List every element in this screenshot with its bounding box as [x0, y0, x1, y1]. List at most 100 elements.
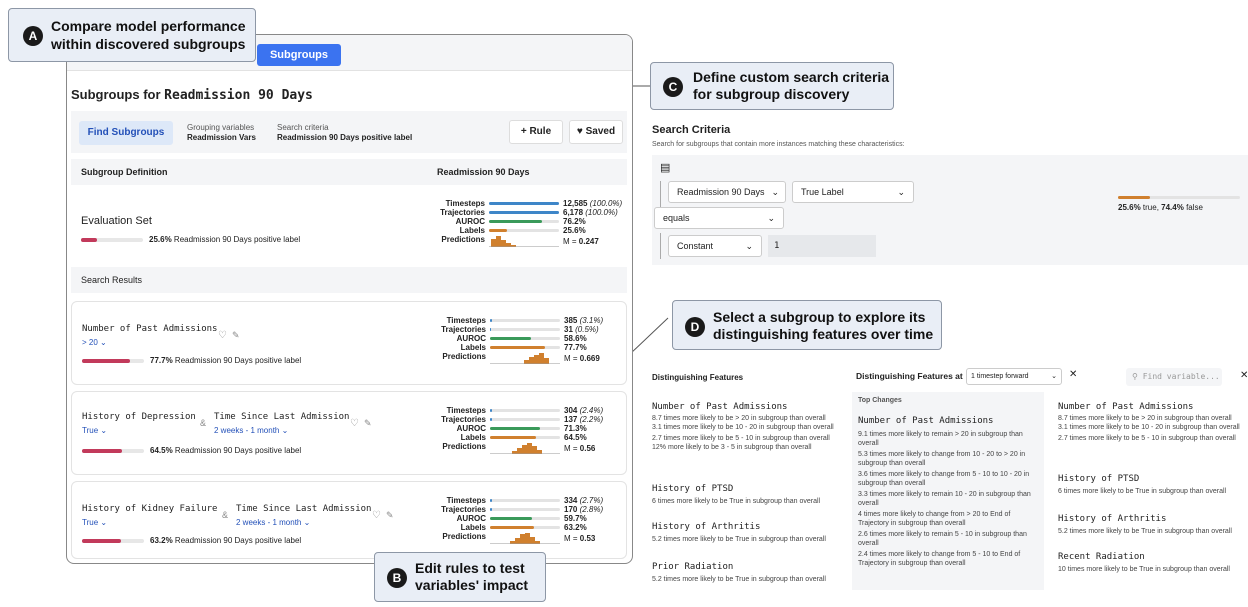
close-icon[interactable]: ✕ — [1240, 370, 1248, 381]
positive-bar — [82, 359, 144, 363]
rule-variable-1[interactable]: History of Kidney Failure — [82, 504, 217, 514]
feature-item[interactable]: Prior Radiation 5.2 times more likely to … — [652, 562, 826, 584]
add-rule-button[interactable]: + Rule — [509, 120, 563, 144]
page-title-target: Readmission 90 Days — [164, 88, 313, 103]
labels-bar — [490, 436, 560, 439]
auroc-bar — [490, 337, 560, 340]
grouping-variables-value[interactable]: Readmission Vars — [187, 133, 256, 142]
feature-name: Recent Radiation — [1058, 552, 1145, 562]
search-toolbar: Find Subgroups Grouping variables Readmi… — [71, 111, 627, 153]
feature-item[interactable]: History of PTSD 6 times more likely to be… — [1058, 474, 1226, 496]
pred-value: 0.669 — [579, 354, 600, 363]
subgroup-card-3[interactable]: History of Kidney Failure True ⌄ & Time … — [71, 481, 627, 559]
pred-prefix: M = — [564, 534, 580, 543]
eval-timesteps-pct: (100.0%) — [589, 199, 623, 208]
saved-button[interactable]: ♥ Saved — [569, 120, 623, 144]
attribute-select[interactable]: True Label ⌄ — [792, 181, 914, 203]
page-title: Subgroups for Readmission 90 Days — [71, 87, 313, 103]
feature-item[interactable]: Recent Radiation 10 times more likely to … — [1058, 552, 1230, 574]
heart-icon[interactable]: ♡ — [350, 418, 359, 429]
positive-pct: 77.7% — [150, 356, 173, 365]
rule-value-text: 2 weeks - 1 month — [214, 426, 280, 435]
and-symbol: & — [200, 418, 207, 428]
feature-item[interactable]: History of Arthritis 5.2 times more likel… — [652, 522, 826, 544]
rule-value-1[interactable]: True ⌄ — [82, 426, 107, 435]
label-trajectories: Trajectories — [441, 505, 486, 514]
predictions-histogram — [490, 443, 560, 454]
top-changes-label: Top Changes — [858, 397, 902, 404]
rule-variable-2[interactable]: Time Since Last Admission — [236, 504, 371, 514]
eval-positive-bar — [81, 238, 143, 242]
positive-pct: 63.2% — [150, 536, 173, 545]
true-false-bar — [1118, 196, 1240, 199]
find-variable-input[interactable]: ⚲ Find variable... — [1126, 368, 1222, 386]
positive-bar — [82, 539, 144, 543]
auroc-bar — [490, 427, 560, 430]
callout-a: A Compare model performance within disco… — [8, 8, 256, 62]
evaluation-set-row[interactable]: Evaluation Set 25.6% Readmission 90 Days… — [71, 185, 627, 263]
callout-c: C Define custom search criteria for subg… — [650, 62, 894, 110]
callout-d: D Select a subgroup to explore its disti… — [672, 300, 942, 350]
rule-value-1[interactable]: > 20 ⌄ — [82, 338, 107, 347]
callout-line1: Compare model performance — [51, 18, 246, 34]
operator-select[interactable]: equals ⌄ — [654, 207, 784, 229]
edit-pencil-icon[interactable]: ✎ — [364, 418, 372, 429]
metric-values: 334 (2.7%) 170 (2.8%) 59.7% 63.2% M = 0.… — [564, 496, 632, 543]
timesteps-pct: (2.4%) — [579, 406, 604, 415]
feature-item[interactable]: Number of Past Admissions 8.7 times more… — [1058, 402, 1248, 443]
subgroups-tab[interactable]: Subgroups — [257, 44, 341, 66]
feature-change-list: 9.1 times more likely to remain > 20 in … — [858, 430, 1040, 568]
feature-name: Number of Past Admissions — [652, 402, 788, 412]
trajectories-bar — [490, 418, 560, 421]
rule-variable-1[interactable]: History of Depression — [82, 412, 196, 422]
rule-variable-1[interactable]: Number of Past Admissions — [82, 324, 217, 334]
callout-line1: Define custom search criteria — [693, 69, 890, 85]
labels-value: 64.5% — [564, 433, 587, 442]
timesteps-value: 334 — [564, 496, 578, 505]
eval-labels-value: 25.6% — [563, 226, 586, 235]
edit-pencil-icon[interactable]: ✎ — [232, 330, 240, 341]
callout-badge: C — [663, 77, 683, 97]
true-false-text: 25.6% true, 74.4% false — [1118, 203, 1203, 212]
label-timesteps: Timesteps — [445, 199, 485, 208]
positive-desc: Readmission 90 Days positive label — [174, 536, 302, 545]
timestep-select-value: 1 timestep forward — [971, 373, 1029, 380]
edit-pencil-icon[interactable]: ✎ — [386, 510, 394, 521]
variable-select[interactable]: Readmission 90 Days ⌄ — [668, 181, 786, 203]
criteria-editor: ▤ Readmission 90 Days ⌄ True Label ⌄ equ… — [652, 155, 1248, 265]
subgroup-card-1[interactable]: Number of Past Admissions > 20 ⌄ ♡ ✎ 77.… — [71, 301, 627, 385]
auroc-bar — [490, 517, 560, 520]
rule-value-text: > 20 — [82, 338, 98, 347]
feature-item[interactable]: History of Arthritis 5.2 times more likel… — [1058, 514, 1232, 536]
clear-timestep-icon[interactable]: ✕ — [1069, 369, 1077, 380]
timesteps-pct: (2.7%) — [579, 496, 604, 505]
eval-metric-values: 12,585 (100.0%) 6,178 (100.0%) 76.2% 25.… — [563, 199, 632, 246]
eval-auroc-value: 76.2% — [563, 217, 586, 226]
rule-variable-2[interactable]: Time Since Last Admission — [214, 412, 349, 422]
feature-name: Prior Radiation — [652, 562, 734, 572]
feature-item[interactable]: Number of Past Admissions 8.7 times more… — [652, 402, 848, 452]
constant-select[interactable]: Constant ⌄ — [668, 235, 762, 257]
rule-value-2[interactable]: 2 weeks - 1 month ⌄ — [236, 518, 310, 527]
feature-line: 2.7 times more likely to be 5 - 10 in su… — [652, 435, 830, 442]
pred-value: 0.53 — [579, 534, 596, 543]
trajectories-bar — [490, 508, 560, 511]
feature-name: History of PTSD — [1058, 474, 1140, 484]
rule-value-1[interactable]: True ⌄ — [82, 518, 107, 527]
subgroup-card-2[interactable]: History of Depression True ⌄ & Time Sinc… — [71, 391, 627, 475]
heart-icon[interactable]: ♡ — [218, 330, 227, 341]
positive-bar — [82, 449, 144, 453]
timestep-select[interactable]: 1 timestep forward ⌄ — [966, 368, 1062, 385]
feature-line: 9.1 times more likely to remain > 20 in … — [858, 431, 1023, 447]
constant-value-input[interactable]: 1 — [768, 235, 876, 257]
feature-line: 3.1 times more likely to be 10 - 20 in s… — [1058, 424, 1240, 431]
feature-desc: 8.7 times more likely to be > 20 in subg… — [1058, 414, 1248, 443]
heart-icon[interactable]: ♡ — [372, 510, 381, 521]
search-criteria-label: Search criteria — [277, 123, 329, 132]
find-subgroups-button[interactable]: Find Subgroups — [79, 121, 173, 145]
label-timesteps: Timesteps — [446, 496, 486, 505]
feature-item[interactable]: History of PTSD 6 times more likely to be… — [652, 484, 820, 506]
search-criteria-value[interactable]: Readmission 90 Days positive label — [277, 133, 412, 142]
feature-name[interactable]: Number of Past Admissions — [858, 416, 993, 426]
rule-value-2[interactable]: 2 weeks - 1 month ⌄ — [214, 426, 288, 435]
